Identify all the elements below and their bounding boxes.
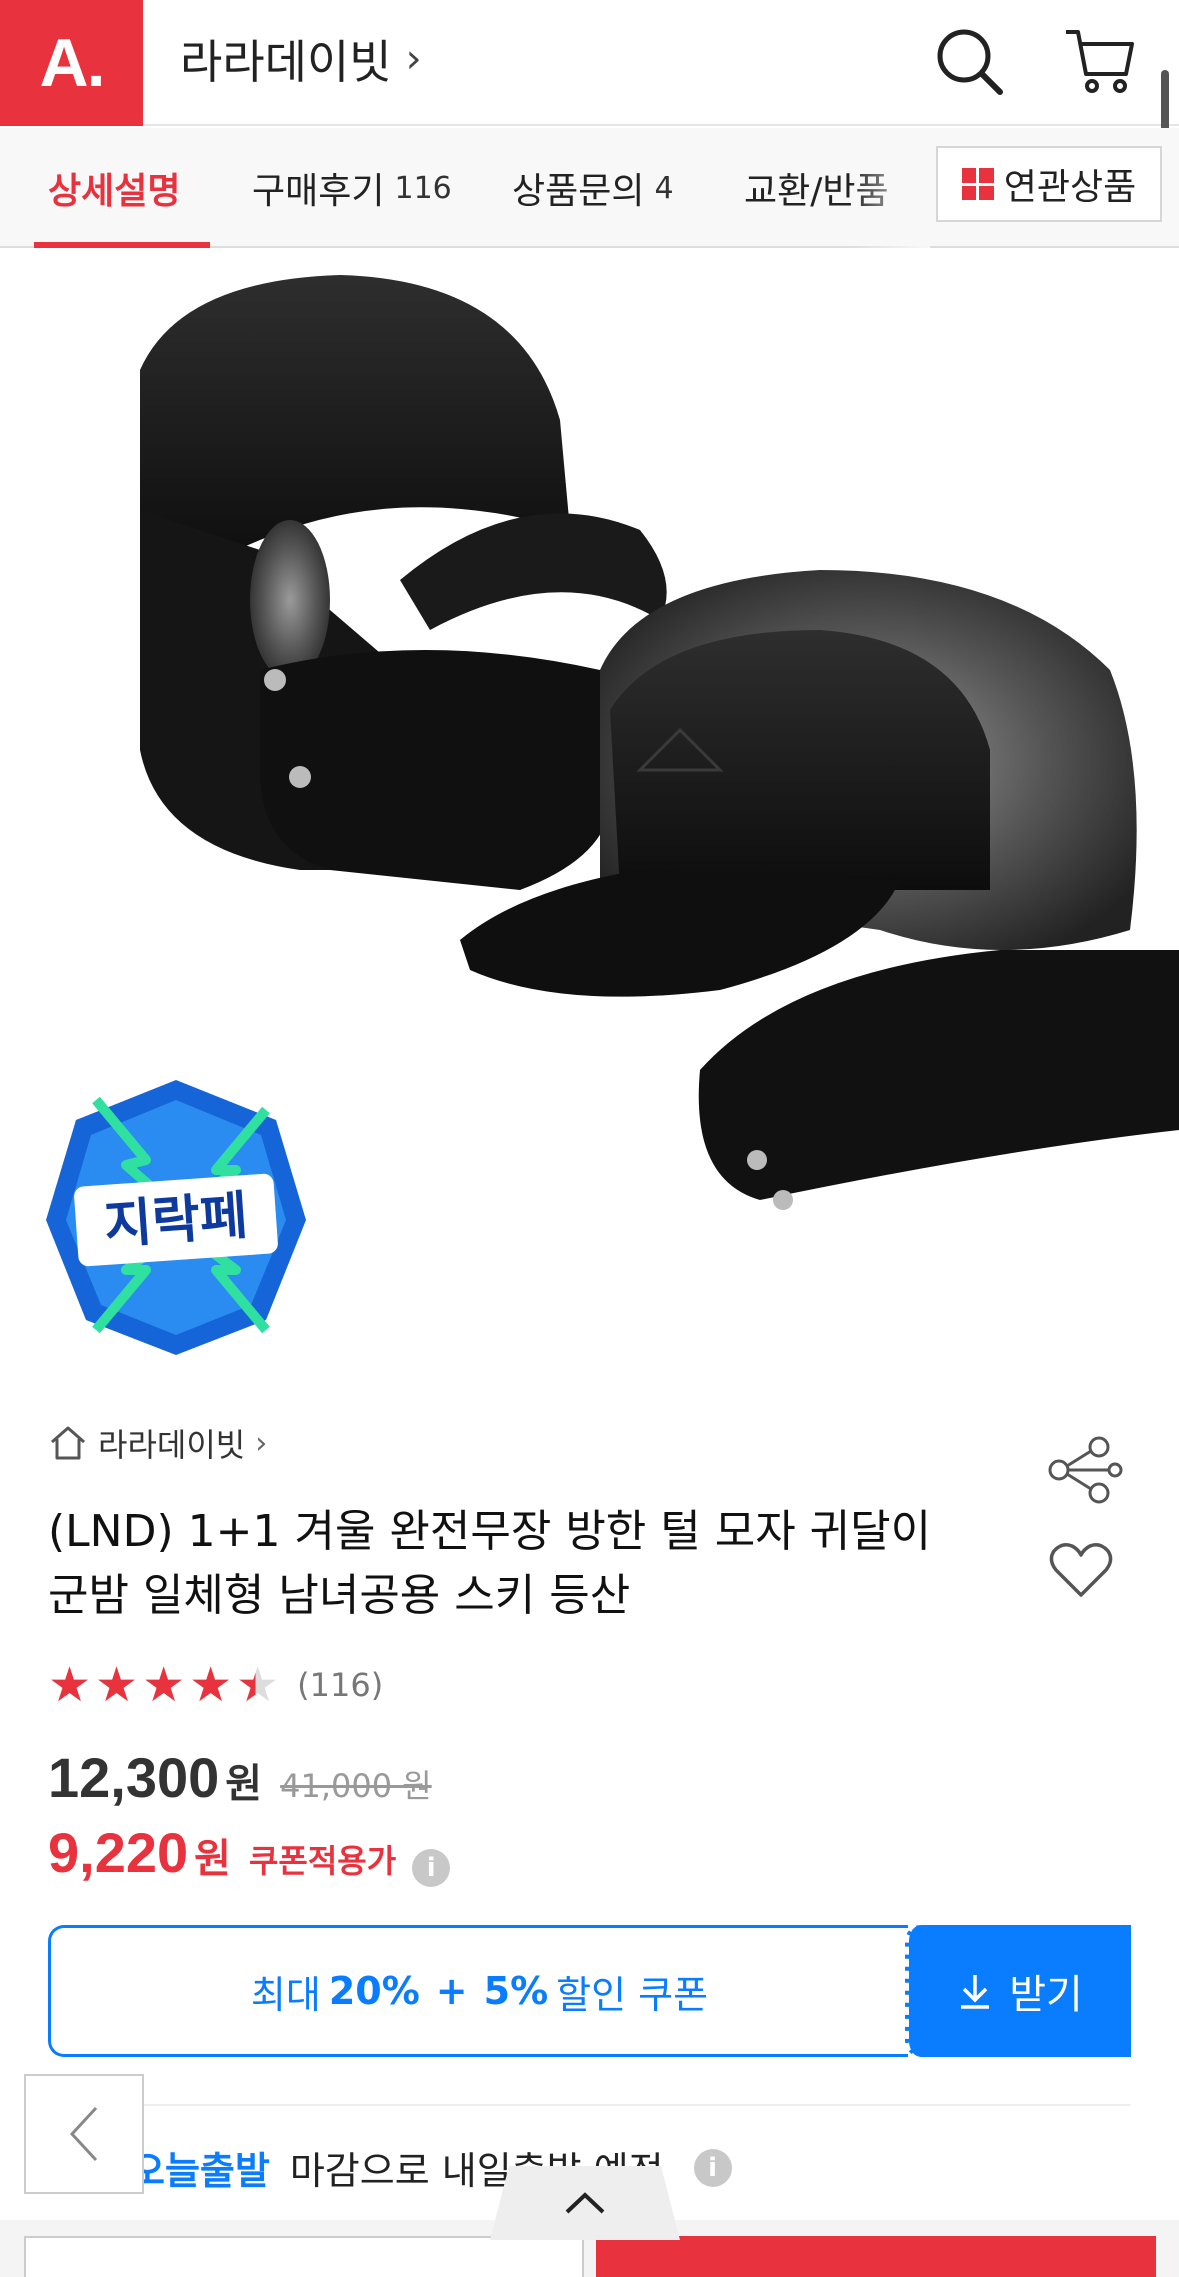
coupon-discount2: 5% xyxy=(483,1969,549,2013)
info-icon[interactable]: i xyxy=(412,1849,451,1887)
tab-qna[interactable]: 상품문의 4 xyxy=(512,128,674,248)
tab-label: 상품문의 xyxy=(512,171,645,212)
star-half-icon: ★ xyxy=(236,1657,280,1713)
tab-label: 상세설명 xyxy=(48,171,181,212)
product-title-line1: (LND) 1+1 겨울 완전무장 방한 털 모자 귀달이 xyxy=(48,1506,932,1557)
sale-price: 12,300 xyxy=(48,1746,220,1809)
event-badge[interactable]: 지락페 xyxy=(36,1070,316,1360)
cart-icon[interactable] xyxy=(1060,22,1140,102)
tab-bar: 상세설명 구매후기 116 상품문의 4 교환/반품 연관상품 xyxy=(0,128,1179,248)
rating[interactable]: ★ ★ ★ ★ ★ (116) xyxy=(48,1660,383,1710)
store-title-text: 라라데이빗 xyxy=(180,35,392,89)
tab-count: 116 xyxy=(394,170,452,206)
search-icon[interactable] xyxy=(930,22,1010,102)
related-products-button[interactable]: 연관상품 xyxy=(936,146,1162,222)
buy-now-button[interactable] xyxy=(596,2236,1156,2277)
chevron-right-icon: › xyxy=(405,36,422,82)
product-title: (LND) 1+1 겨울 완전무장 방한 털 모자 귀달이 군밤 일체형 남녀공… xyxy=(48,1500,1008,1628)
coupon-suffix: 할인 쿠폰 xyxy=(556,1972,709,2017)
star-icon: ★ xyxy=(48,1657,92,1713)
coupon-discount1: 20% xyxy=(328,1969,420,2013)
share-icon[interactable] xyxy=(1045,1435,1125,1505)
coupon-download-button[interactable]: 받기 xyxy=(905,1925,1131,2057)
tab-detail[interactable]: 상세설명 xyxy=(48,128,180,248)
store-link[interactable]: 라라데이빗 › xyxy=(48,1420,267,1466)
store-link-text: 라라데이빗 xyxy=(98,1426,246,1464)
chevron-left-icon xyxy=(69,2106,98,2162)
home-icon xyxy=(51,1426,85,1460)
coupon-price-row: 9,220 원 쿠폰적용가 i xyxy=(48,1820,451,1887)
store-title-link[interactable]: 라라데이빗 › xyxy=(180,26,422,92)
coupon-prefix: 최대 xyxy=(250,1972,321,2017)
tab-reviews[interactable]: 구매후기 116 xyxy=(252,128,452,248)
star-icon: ★ xyxy=(95,1657,139,1713)
badge-text: 지락페 xyxy=(102,1186,249,1256)
chevron-right-icon: › xyxy=(255,1425,268,1461)
review-count: (116) xyxy=(297,1666,384,1704)
chevron-up-icon xyxy=(565,2192,605,2214)
tab-fade xyxy=(850,128,930,248)
app-header: A. 라라데이빗 › xyxy=(0,0,1179,126)
product-title-line2: 군밤 일체형 남녀공용 스키 등산 xyxy=(48,1570,631,1621)
tab-count: 4 xyxy=(654,170,674,206)
tab-label: 구매후기 xyxy=(252,171,385,212)
today-shipping-label: 오늘출발 xyxy=(130,2149,270,2193)
add-to-cart-button[interactable] xyxy=(24,2236,584,2277)
heart-icon[interactable] xyxy=(1048,1540,1114,1600)
download-icon xyxy=(961,1975,990,2009)
original-price: 41,000 원 xyxy=(280,1767,432,1805)
grid-icon xyxy=(961,168,994,200)
coupon-price-label: 쿠폰적용가 xyxy=(248,1842,397,1880)
coupon-plus: + xyxy=(435,1969,468,2013)
coupon-get-label: 받기 xyxy=(1009,1972,1083,2018)
star-icon: ★ xyxy=(189,1657,233,1713)
star-icon: ★ xyxy=(142,1657,186,1713)
back-button[interactable] xyxy=(24,2074,144,2194)
expand-panel-handle[interactable] xyxy=(490,2166,680,2240)
brand-logo[interactable]: A. xyxy=(0,0,143,126)
active-tab-indicator xyxy=(34,242,210,248)
coupon-price-unit: 원 xyxy=(194,1836,231,1882)
coupon-price: 9,220 xyxy=(48,1821,189,1884)
info-icon[interactable]: i xyxy=(693,2148,732,2187)
price-row: 12,300 원 41,000 원 xyxy=(48,1745,432,1810)
divider xyxy=(48,2104,1131,2106)
coupon-banner[interactable]: 최대 20% + 5% 할인 쿠폰 xyxy=(48,1925,908,2057)
related-products-label: 연관상품 xyxy=(1003,167,1137,208)
sale-price-unit: 원 xyxy=(225,1761,263,1807)
